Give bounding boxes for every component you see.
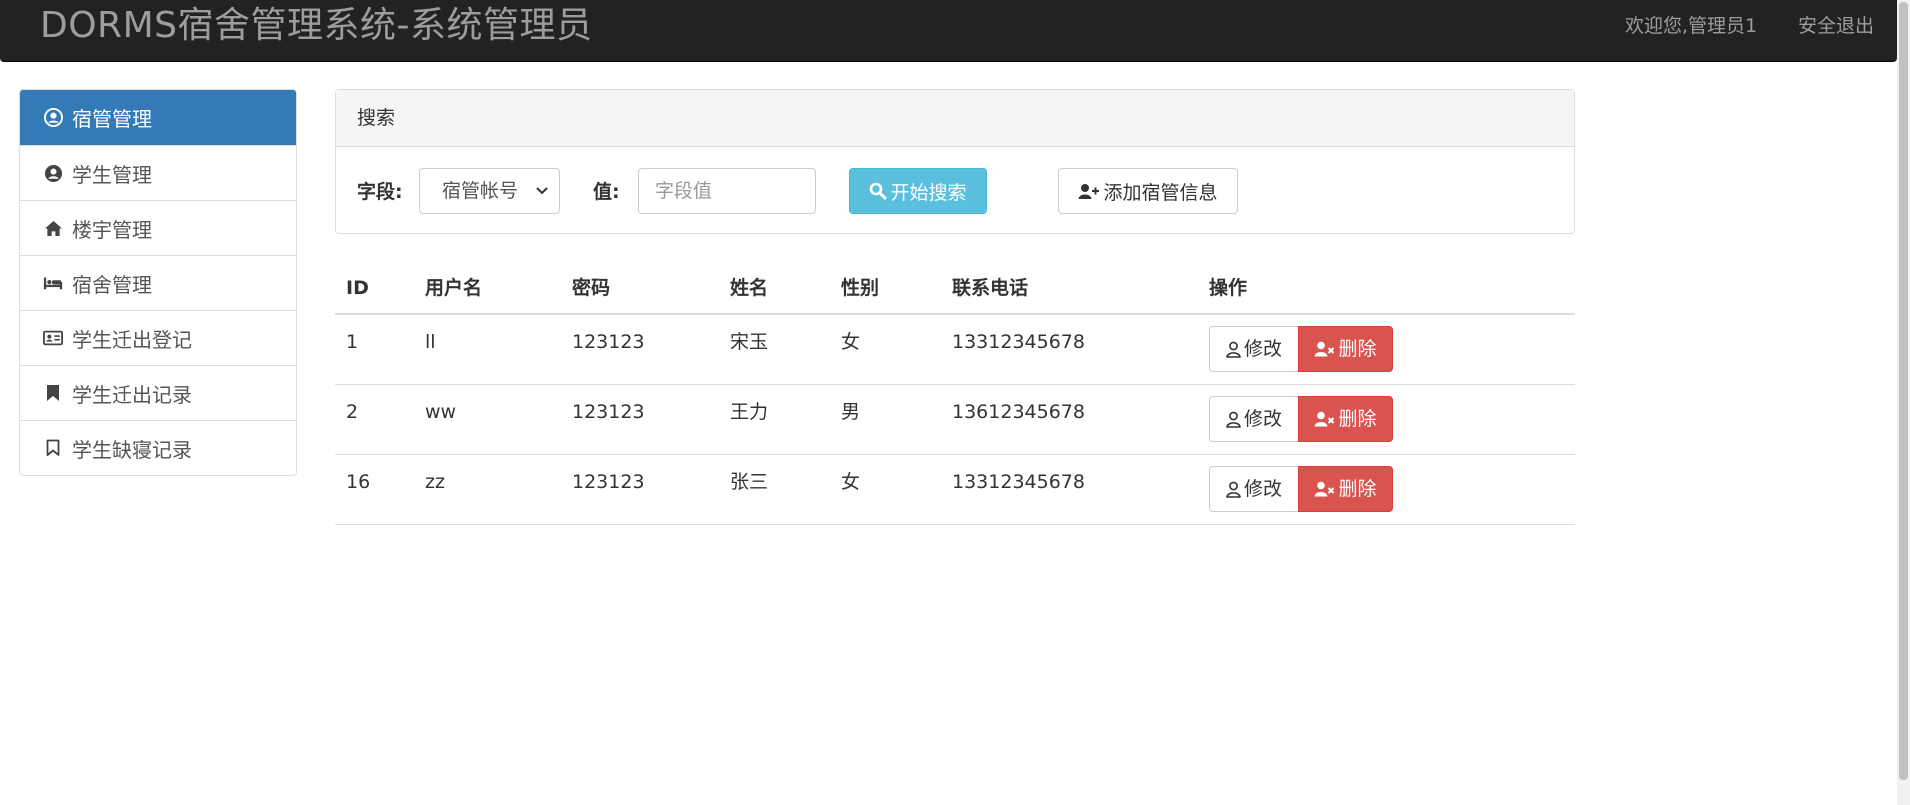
add-manager-button[interactable]: 添加宿管信息 [1058, 168, 1238, 214]
header-actions: 操作 [1209, 277, 1248, 299]
user-times-icon [1314, 411, 1335, 427]
logout-link[interactable]: 安全退出 [1798, 13, 1874, 39]
bookmark-solid-icon [43, 383, 63, 403]
table-header: ID 用户名 密码 姓名 性别 联系电话 操作 [335, 262, 1575, 315]
edit-button[interactable]: 修改 [1209, 396, 1299, 442]
vertical-scrollbar[interactable] [1897, 0, 1910, 805]
sidebar-item-students[interactable]: 学生管理 [20, 145, 296, 200]
brand-title[interactable]: DORMS宿舍管理系统-系统管理员 [40, 3, 592, 49]
cell-name: 宋玉 [730, 331, 769, 353]
sidebar-item-label: 宿舍管理 [72, 272, 152, 297]
cell-id: 2 [346, 401, 359, 423]
sidebar-item-dorm-manager[interactable]: 宿管管理 [20, 90, 296, 145]
panel-heading: 搜索 [336, 90, 1574, 147]
cell-password: 123123 [572, 401, 645, 423]
cell-id: 1 [346, 331, 359, 353]
row-actions: 修改 删除 [1209, 466, 1393, 512]
sidebar-item-absence-records[interactable]: 学生缺寝记录 [20, 420, 296, 475]
user-times-icon [1314, 341, 1335, 357]
table-row: 2 ww 123123 王力 男 13612345678 修改 删除 [335, 385, 1575, 455]
bed-icon [43, 273, 63, 293]
header-id: ID [346, 277, 369, 299]
user-circle-icon [43, 163, 63, 183]
bookmark-outline-icon [43, 438, 63, 458]
edit-label: 修改 [1243, 478, 1282, 500]
edit-label: 修改 [1243, 338, 1282, 360]
chevron-down-icon [535, 169, 549, 229]
id-card-icon [43, 328, 63, 348]
delete-button[interactable]: 删除 [1298, 466, 1393, 512]
value-label: 值: [593, 181, 620, 203]
search-button[interactable]: 开始搜索 [849, 168, 987, 214]
add-button-label: 添加宿管信息 [1103, 181, 1218, 204]
welcome-text: 欢迎您,管理员1 [1625, 15, 1758, 37]
table-row: 16 zz 123123 张三 女 13312345678 修改 删除 [335, 455, 1575, 525]
delete-label: 删除 [1338, 478, 1377, 500]
sidebar-item-label: 学生管理 [72, 162, 152, 187]
edit-button[interactable]: 修改 [1209, 466, 1299, 512]
value-input[interactable] [638, 168, 816, 214]
cell-phone: 13312345678 [952, 331, 1085, 353]
user-outline-icon [1226, 341, 1241, 358]
sidebar-item-label: 宿管管理 [72, 107, 152, 131]
sidebar-item-checkout-records[interactable]: 学生迁出记录 [20, 365, 296, 420]
cell-password: 123123 [572, 331, 645, 353]
sidebar-item-label: 楼宇管理 [72, 217, 152, 242]
delete-button[interactable]: 删除 [1298, 396, 1393, 442]
sidebar-menu: 宿管管理 学生管理 楼宇管理 宿舍管理 学生迁出登记 学生迁出记录 学生缺寝记录 [19, 89, 297, 476]
header-password: 密码 [572, 277, 611, 299]
cell-sex: 女 [841, 471, 861, 493]
cell-name: 王力 [730, 401, 769, 423]
sidebar-item-checkout-register[interactable]: 学生迁出登记 [20, 310, 296, 365]
sidebar-item-label: 学生迁出登记 [72, 327, 192, 352]
delete-button[interactable]: 删除 [1298, 326, 1393, 372]
table-row: 1 ll 123123 宋玉 女 13312345678 修改 删除 [335, 315, 1575, 385]
sidebar-item-label: 学生迁出记录 [72, 382, 192, 407]
edit-label: 修改 [1243, 408, 1282, 430]
cell-phone: 13612345678 [952, 401, 1085, 423]
cell-name: 张三 [730, 471, 769, 493]
manager-table: ID 用户名 密码 姓名 性别 联系电话 操作 1 ll 123123 宋玉 女… [335, 262, 1575, 525]
edit-button[interactable]: 修改 [1209, 326, 1299, 372]
user-times-icon [1314, 481, 1335, 497]
sidebar-item-label: 学生缺寝记录 [72, 437, 192, 462]
field-select[interactable]: 宿管帐号 [419, 168, 560, 214]
home-icon [43, 218, 63, 238]
sidebar-item-buildings[interactable]: 楼宇管理 [20, 200, 296, 255]
user-outline-icon [1226, 481, 1241, 498]
delete-label: 删除 [1338, 338, 1377, 360]
field-label: 字段: [357, 181, 403, 203]
cell-sex: 女 [841, 331, 861, 353]
sidebar-item-dorms[interactable]: 宿舍管理 [20, 255, 296, 310]
cell-phone: 13312345678 [952, 471, 1085, 493]
cell-username: zz [425, 471, 445, 493]
user-outline-icon [1226, 411, 1241, 428]
field-select-value: 宿管帐号 [442, 180, 519, 202]
header-phone: 联系电话 [952, 277, 1029, 299]
user-circle-icon [43, 108, 63, 128]
row-actions: 修改 删除 [1209, 396, 1393, 442]
search-icon [869, 182, 887, 200]
user-plus-icon [1078, 183, 1100, 200]
header-sex: 性别 [841, 277, 880, 299]
cell-password: 123123 [572, 471, 645, 493]
delete-label: 删除 [1338, 408, 1377, 430]
top-navbar: DORMS宿舍管理系统-系统管理员 欢迎您,管理员1 安全退出 [0, 0, 1897, 62]
header-username: 用户名 [425, 277, 483, 299]
cell-username: ww [425, 401, 457, 423]
search-panel: 搜索 字段: 宿管帐号 值: 开始搜索 添加宿管信息 [335, 89, 1575, 234]
row-actions: 修改 删除 [1209, 326, 1393, 372]
cell-id: 16 [346, 471, 371, 493]
search-button-label: 开始搜索 [890, 181, 967, 204]
cell-sex: 男 [841, 401, 861, 423]
cell-username: ll [425, 331, 436, 353]
header-name: 姓名 [730, 277, 769, 299]
scrollbar-thumb[interactable] [1899, 2, 1908, 780]
